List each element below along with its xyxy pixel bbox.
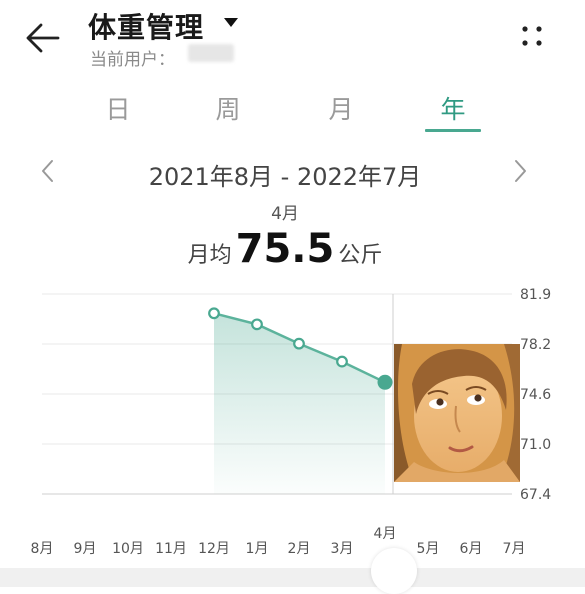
data-point[interactable] bbox=[293, 337, 305, 350]
y-tick-label: 78.2 bbox=[520, 337, 551, 353]
average-unit: 公斤 bbox=[338, 243, 383, 268]
chart-scroll-handle[interactable] bbox=[371, 548, 417, 594]
y-tick-label: 81.9 bbox=[520, 287, 551, 303]
x-tick-label[interactable]: 10月 bbox=[112, 541, 144, 557]
x-tick-label[interactable]: 7月 bbox=[503, 541, 526, 557]
data-point[interactable] bbox=[251, 318, 263, 331]
page-title[interactable]: 体重管理 bbox=[88, 6, 204, 46]
chevron-right-icon[interactable] bbox=[508, 157, 532, 185]
y-tick-label: 67.4 bbox=[520, 487, 551, 503]
chevron-left-icon[interactable] bbox=[36, 157, 60, 185]
back-arrow-icon[interactable] bbox=[22, 18, 62, 58]
x-tick-label[interactable]: 4月 bbox=[374, 526, 397, 542]
average-value: 75.5 bbox=[235, 226, 335, 272]
caret-down-icon[interactable] bbox=[224, 18, 238, 27]
x-tick-label[interactable]: 9月 bbox=[74, 541, 97, 557]
x-tick-label[interactable]: 8月 bbox=[31, 541, 54, 557]
tab-month[interactable]: 月 bbox=[311, 90, 371, 126]
y-tick-label: 74.6 bbox=[520, 387, 551, 403]
average-prefix: 月均 bbox=[187, 243, 232, 268]
selected-month: 4月 bbox=[271, 204, 299, 224]
x-tick-label[interactable]: 12月 bbox=[198, 541, 230, 557]
data-point[interactable] bbox=[208, 307, 220, 320]
date-range: 2021年8月 - 2022年7月 bbox=[148, 163, 422, 191]
user-name-redacted bbox=[188, 44, 234, 62]
portrait-overlay-image bbox=[394, 344, 520, 482]
x-tick-label[interactable]: 1月 bbox=[246, 541, 269, 557]
tab-week[interactable]: 周 bbox=[198, 90, 258, 126]
x-tick-label[interactable]: 2月 bbox=[288, 541, 311, 557]
selected-data-point[interactable] bbox=[377, 374, 393, 390]
active-tab-indicator bbox=[425, 129, 481, 132]
current-user-label: 当前用户： bbox=[90, 50, 175, 70]
bottom-bar bbox=[0, 568, 585, 587]
tab-year[interactable]: 年 bbox=[423, 90, 483, 126]
data-point[interactable] bbox=[336, 355, 348, 368]
x-tick-label[interactable]: 3月 bbox=[331, 541, 354, 557]
y-tick-label: 71.0 bbox=[520, 437, 551, 453]
tab-day[interactable]: 日 bbox=[88, 90, 148, 126]
x-tick-label[interactable]: 6月 bbox=[460, 541, 483, 557]
more-icon[interactable] bbox=[516, 20, 548, 52]
x-tick-label[interactable]: 5月 bbox=[417, 541, 440, 557]
monthly-average: 月均 75.5 公斤 bbox=[0, 226, 570, 272]
x-tick-label[interactable]: 11月 bbox=[155, 541, 187, 557]
